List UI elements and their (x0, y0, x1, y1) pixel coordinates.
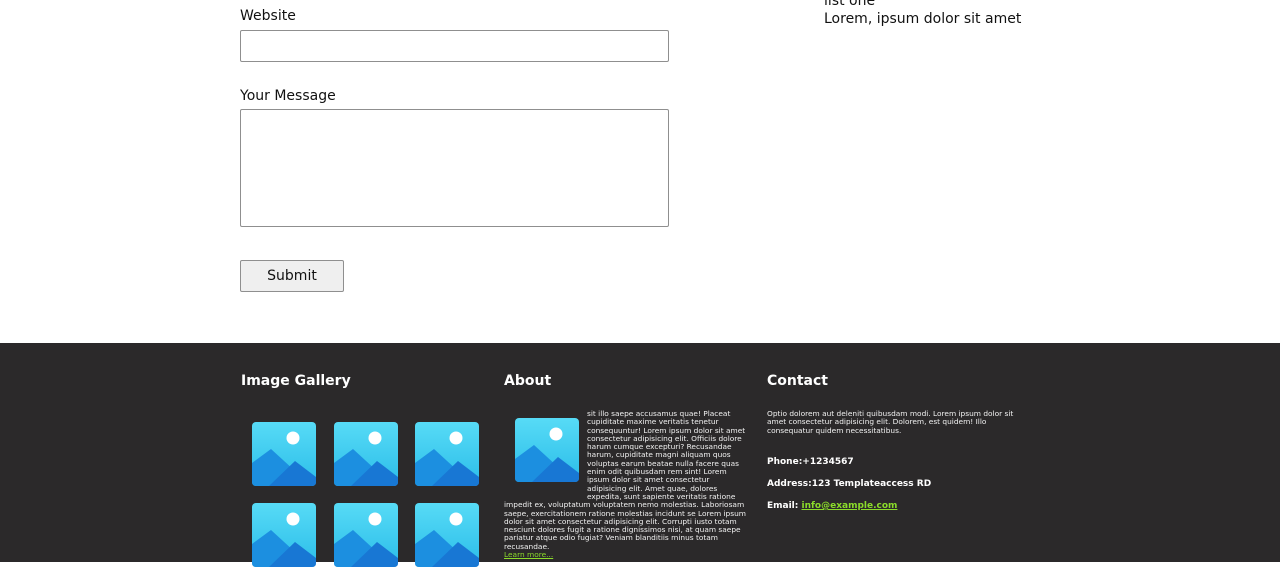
image-icon[interactable] (412, 500, 482, 570)
list-item: Lorem, ipsum dolor sit amet (824, 11, 1022, 27)
contact-blurb: Optio dolorem aut deleniti quibusdam mod… (767, 409, 1014, 435)
list-item: list one (824, 0, 876, 9)
message-label: Your Message (240, 88, 336, 104)
address-label: Address: (767, 479, 812, 489)
address-value: 123 Templateaccess RD (811, 479, 932, 489)
image-icon[interactable] (249, 500, 319, 570)
website-input[interactable] (240, 30, 669, 62)
image-icon[interactable] (412, 419, 482, 489)
contact-title: Contact (767, 373, 828, 389)
learn-more-link[interactable]: Learn more... (504, 550, 553, 559)
image-icon[interactable] (331, 419, 401, 489)
gallery-title: Image Gallery (241, 373, 351, 389)
contact-address: Address:123 Templateaccess RD (767, 479, 931, 489)
phone-value: +1234567 (802, 457, 854, 467)
image-icon[interactable] (331, 500, 401, 570)
image-icon[interactable] (249, 419, 319, 489)
email-label: Email: (767, 501, 802, 511)
side-list: list one Lorem, ipsum dolor sit amet (824, 0, 1021, 28)
website-label: Website (240, 8, 296, 24)
contact-email: Email: info@example.com (767, 501, 897, 511)
about-title: About (504, 373, 552, 389)
contact-phone: Phone:+1234567 (767, 457, 854, 467)
message-textarea[interactable] (240, 109, 669, 227)
submit-button[interactable]: Submit (240, 260, 344, 292)
email-link[interactable]: info@example.com (802, 501, 898, 511)
phone-label: Phone: (767, 457, 803, 467)
about-text: sit illo saepe accusamus quae! Placeat c… (504, 409, 746, 559)
footer: Image Gallery About sit illo saepe accus… (0, 343, 1280, 562)
